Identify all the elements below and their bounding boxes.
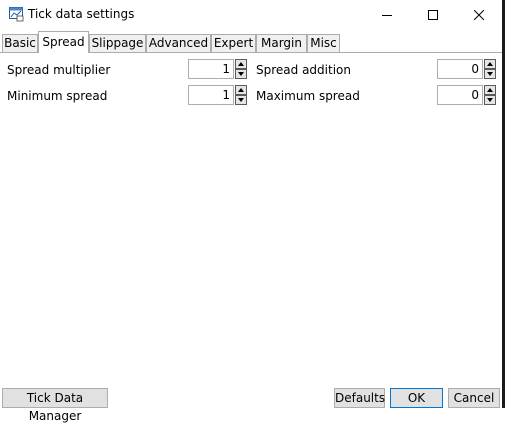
minimum-spread-down-arrow-icon[interactable] [235,95,247,105]
spread-multiplier-up-arrow-icon[interactable] [235,59,247,69]
defaults-button[interactable]: Defaults [334,388,385,408]
maximize-button[interactable] [410,0,456,30]
maximum-spread-spinner [484,85,496,105]
tab-expert[interactable]: Expert [211,34,256,52]
tab-slippage[interactable]: Slippage [89,34,146,52]
tab-strip: Basic Spread Slippage Advanced Expert Ma… [0,31,502,53]
minimize-button[interactable] [364,0,410,30]
maximum-spread-input[interactable] [437,85,483,105]
ok-button[interactable]: OK [390,388,443,408]
spread-addition-spinner [484,59,496,79]
spread-addition-down-arrow-icon[interactable] [484,69,496,79]
spread-addition-up-arrow-icon[interactable] [484,59,496,69]
spread-multiplier-spinner [235,59,247,79]
spread-addition-input[interactable] [437,59,483,79]
tab-advanced[interactable]: Advanced [146,34,211,52]
spread-multiplier-label: Spread multiplier [7,63,111,77]
close-button[interactable] [456,0,502,30]
dialog-window: Tick data settings Basic Spread Slippage… [0,0,502,423]
tab-margin[interactable]: Margin [256,34,307,52]
maximize-icon [428,10,438,20]
tab-spread[interactable]: Spread [38,31,89,53]
tab-misc[interactable]: Misc [307,34,340,52]
spread-tab-panel: Spread multiplier Spread addition Minimu… [0,52,502,384]
app-icon [9,7,24,22]
maximum-spread-down-arrow-icon[interactable] [484,95,496,105]
title-bar: Tick data settings [0,0,502,30]
tick-data-manager-button[interactable]: Tick Data Manager [2,388,108,423]
minimum-spread-spinner [235,85,247,105]
cancel-button[interactable]: Cancel [448,388,500,408]
close-icon [474,10,484,20]
tab-basic[interactable]: Basic [2,34,38,52]
spread-addition-label: Spread addition [256,63,351,77]
maximum-spread-up-arrow-icon[interactable] [484,85,496,95]
spread-multiplier-down-arrow-icon[interactable] [235,69,247,79]
window-title: Tick data settings [28,7,135,21]
minimum-spread-input[interactable] [188,85,234,105]
maximum-spread-label: Maximum spread [256,89,360,103]
spread-multiplier-input[interactable] [188,59,234,79]
minimum-spread-label: Minimum spread [7,89,108,103]
minimum-spread-up-arrow-icon[interactable] [235,85,247,95]
minimize-icon [382,15,392,16]
